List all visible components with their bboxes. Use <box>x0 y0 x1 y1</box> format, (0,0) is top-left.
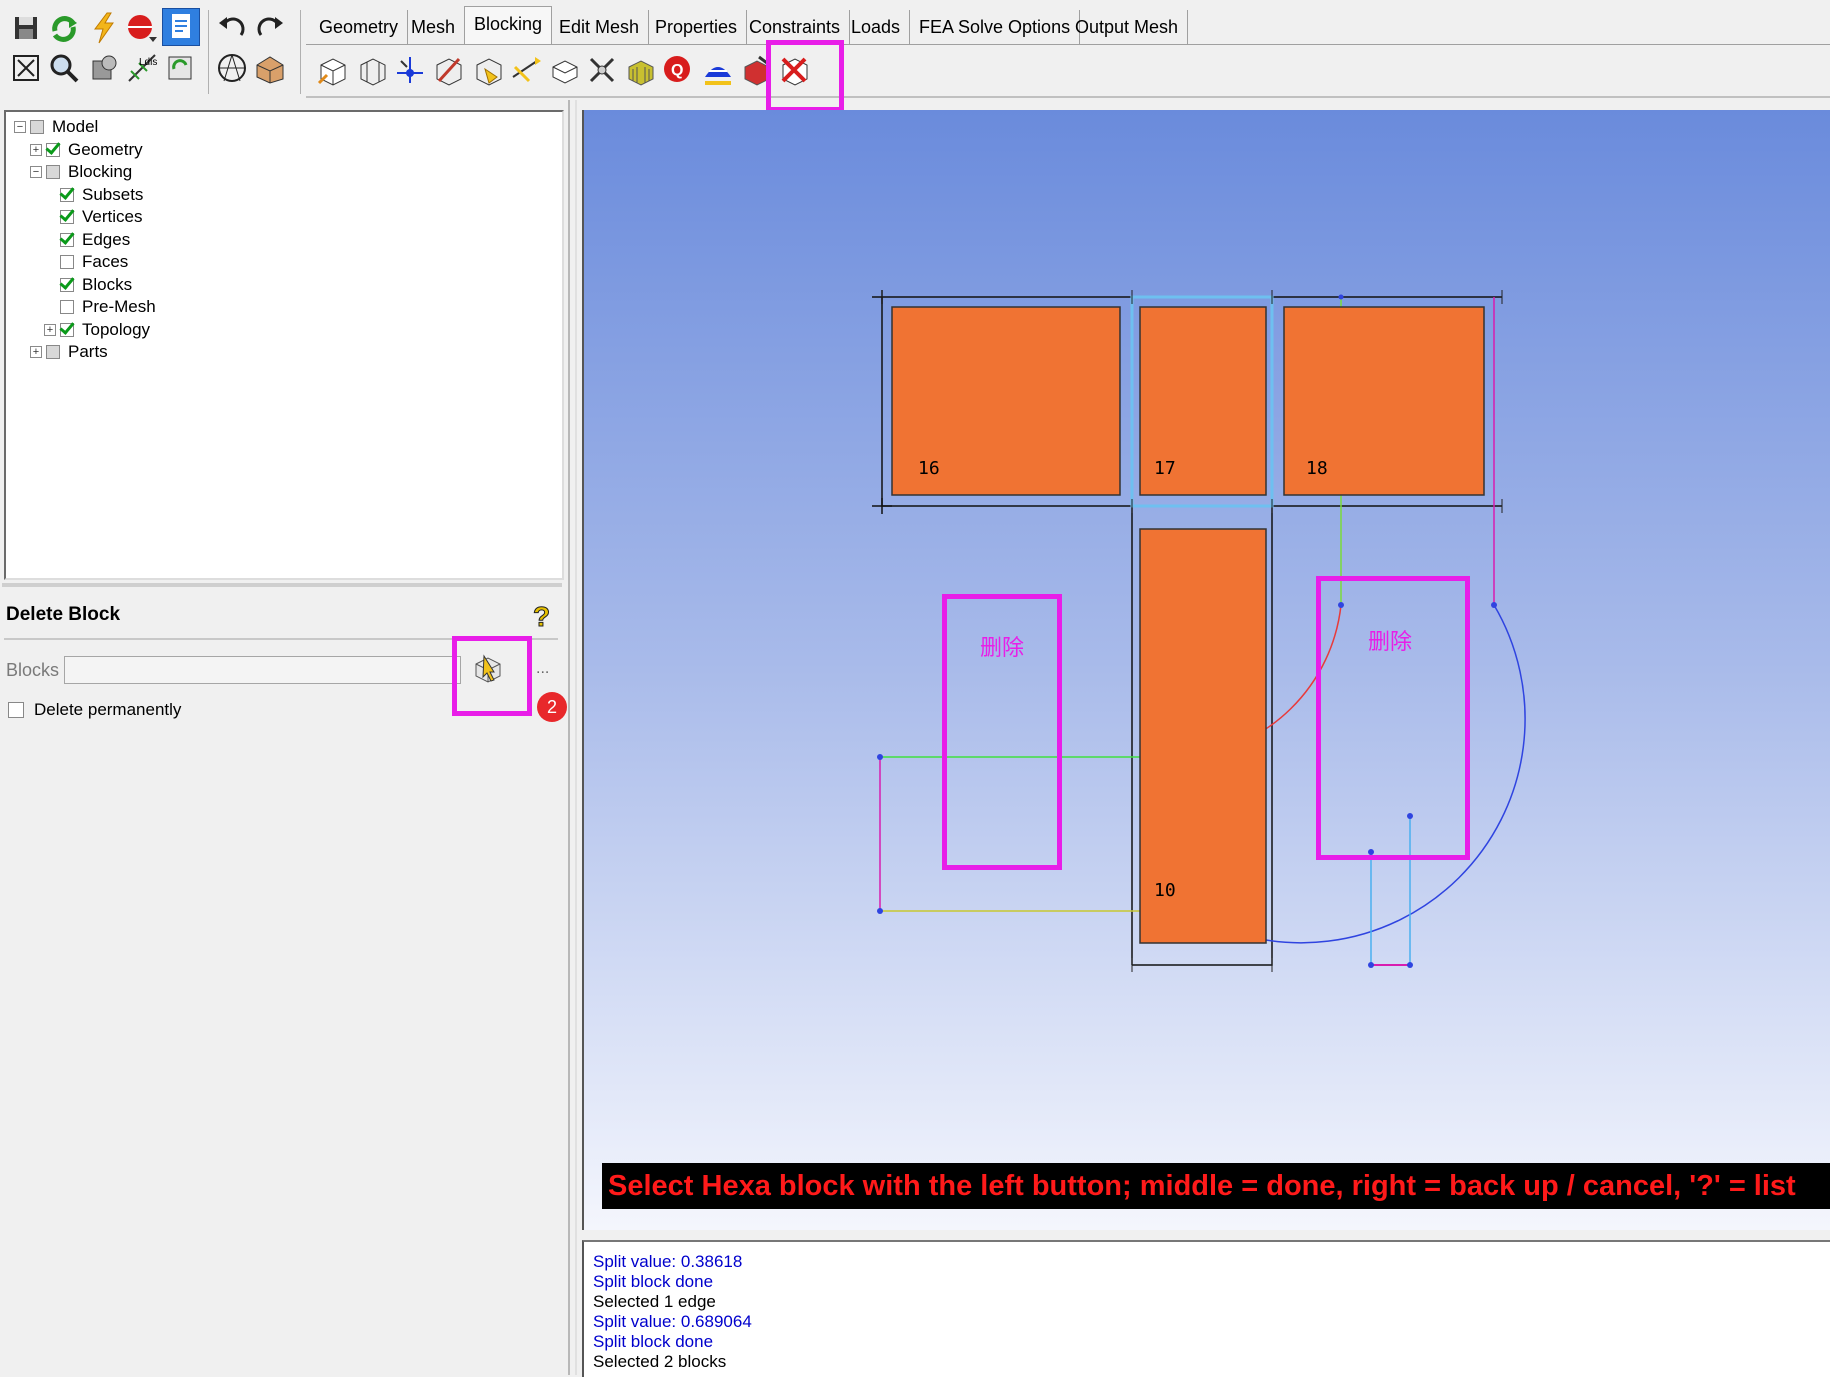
tab-loads[interactable]: Loads <box>842 10 911 44</box>
checkbox-icon[interactable] <box>46 345 60 359</box>
save-icon[interactable] <box>8 10 44 46</box>
merge-vertices-icon[interactable] <box>392 52 428 88</box>
console-line: Split value: 0.38618 <box>593 1252 743 1271</box>
block-label-10: 10 <box>1154 880 1176 901</box>
tree-item-blocks[interactable]: Blocks <box>60 274 132 296</box>
tab-mesh[interactable]: Mesh <box>402 10 466 44</box>
panel-title: Delete Block <box>6 604 121 625</box>
highlight-delete-block-tool <box>766 40 844 112</box>
pre-mesh-params-icon[interactable] <box>622 52 658 88</box>
console-line: Split block done <box>593 1272 714 1291</box>
split-block-icon[interactable] <box>354 52 390 88</box>
delete-annotation-right-label: 删除 <box>1368 630 1413 655</box>
console-line: Selected 1 edge <box>593 1292 716 1311</box>
step-badge-2: 2 <box>537 692 567 722</box>
redo-icon[interactable] <box>252 10 288 46</box>
delete-annotation-left-label: 删除 <box>980 636 1025 661</box>
graphics-viewport[interactable]: 16 17 18 10 删除 删除 <box>582 110 1830 1230</box>
checkbox-icon[interactable] <box>30 120 44 134</box>
delete-annotation-right <box>1316 576 1470 860</box>
checkbox-icon[interactable] <box>46 165 60 179</box>
expand-icon[interactable]: + <box>44 324 56 336</box>
pre-mesh-smooth-icon[interactable] <box>700 52 736 88</box>
checkbox-icon[interactable] <box>46 143 60 157</box>
blocks-input[interactable] <box>64 656 461 684</box>
tab-fea-solve-options[interactable]: FEA Solve Options <box>910 10 1081 44</box>
edit-edge-icon[interactable] <box>584 52 620 88</box>
wireframe-icon[interactable] <box>214 50 250 86</box>
checkbox-icon[interactable] <box>60 255 74 269</box>
blocking-geometry <box>872 290 1526 972</box>
block-label-17: 17 <box>1154 458 1176 479</box>
model-tree: − Model + Geometry − Blocking Subsets Verti… <box>4 110 564 580</box>
console-line: Selected 2 blocks <box>593 1352 727 1371</box>
ellipsis-button[interactable]: ... <box>536 660 549 678</box>
edit-block-icon[interactable] <box>430 52 466 88</box>
pre-mesh-quality-icon[interactable]: Q <box>660 52 696 88</box>
console-line: Split block done <box>593 1332 714 1351</box>
refresh-icon[interactable] <box>46 10 82 46</box>
svg-text:?: ? <box>533 601 550 632</box>
checkbox-icon[interactable] <box>60 323 74 337</box>
svg-text:Q: Q <box>671 62 683 79</box>
tree-item-premesh[interactable]: Pre-Mesh <box>60 296 156 318</box>
collapse-icon[interactable]: − <box>14 121 26 133</box>
tab-properties[interactable]: Properties <box>646 10 748 44</box>
update-icon[interactable] <box>162 50 198 86</box>
collapse-icon[interactable]: − <box>30 166 42 178</box>
help-icon[interactable]: ? <box>530 600 556 639</box>
measure-icon[interactable] <box>86 50 122 86</box>
associate-icon[interactable] <box>470 52 506 88</box>
mesh-display-icon[interactable] <box>124 10 160 46</box>
undo-icon[interactable] <box>214 10 250 46</box>
tree-item-edges[interactable]: Edges <box>60 229 130 251</box>
checkbox-icon[interactable] <box>60 278 74 292</box>
checkbox-icon[interactable] <box>60 233 74 247</box>
tree-item-geometry[interactable]: + Geometry <box>30 139 143 161</box>
checkbox-icon[interactable] <box>60 210 74 224</box>
blocks-label: Blocks <box>6 660 60 680</box>
tab-geometry[interactable]: Geometry <box>310 10 409 44</box>
fit-window-icon[interactable] <box>8 50 44 86</box>
block-label-18: 18 <box>1306 458 1328 479</box>
expand-icon[interactable]: + <box>30 346 42 358</box>
zoom-icon[interactable] <box>46 50 82 86</box>
tree-item-parts[interactable]: + Parts <box>30 341 108 363</box>
tree-item-faces[interactable]: Faces <box>60 251 128 273</box>
distance-icon[interactable]: Ldis <box>124 50 160 86</box>
tree-item-subsets[interactable]: Subsets <box>60 184 143 206</box>
console-line: Split value: 0.689064 <box>593 1312 752 1331</box>
delete-permanently-checkbox[interactable] <box>8 702 24 718</box>
move-vertex-icon[interactable] <box>508 52 544 88</box>
create-block-icon[interactable] <box>314 52 350 88</box>
transform-blocks-icon[interactable] <box>546 52 582 88</box>
document-icon[interactable] <box>162 8 200 46</box>
tab-constraints[interactable]: Constraints <box>740 10 851 44</box>
expand-icon[interactable]: + <box>30 144 42 156</box>
tree-item-vertices[interactable]: Vertices <box>60 206 142 228</box>
tab-blocking[interactable]: Blocking <box>464 6 553 45</box>
tree-item-model[interactable]: − Model <box>14 116 98 138</box>
tree-item-blocking[interactable]: − Blocking <box>30 161 132 183</box>
checkbox-icon[interactable] <box>60 188 74 202</box>
checkbox-icon[interactable] <box>60 300 74 314</box>
delete-permanently-row[interactable]: Delete permanently <box>8 700 181 720</box>
tree-item-topology[interactable]: + Topology <box>44 319 150 341</box>
tab-edit-mesh[interactable]: Edit Mesh <box>550 10 650 44</box>
block-label-16: 16 <box>918 458 940 479</box>
highlight-select-blocks <box>452 636 532 716</box>
message-console[interactable]: Split value: 0.38618 Split block done Se… <box>582 1240 1830 1377</box>
svg-text:Ldis: Ldis <box>139 57 157 68</box>
lightning-icon[interactable] <box>86 10 122 46</box>
solid-icon[interactable] <box>252 50 288 86</box>
tab-output-mesh[interactable]: Output Mesh <box>1066 10 1189 44</box>
status-prompt-text: Select Hexa block with the left button; … <box>608 1170 1796 1202</box>
